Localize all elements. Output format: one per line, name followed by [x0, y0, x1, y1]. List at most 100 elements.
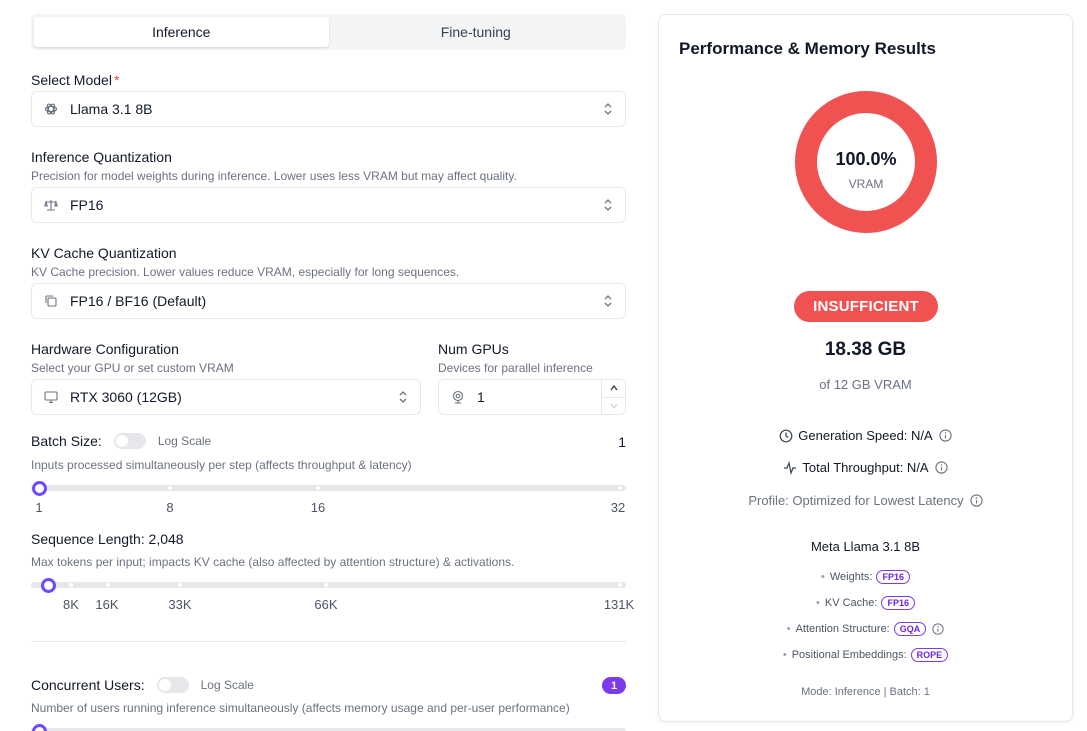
bullet: •	[821, 571, 825, 583]
attention-tag: GQA	[893, 622, 927, 636]
slider-track	[31, 582, 626, 588]
sequence-length-slider[interactable]	[31, 578, 626, 593]
profile-row: Profile: Optimized for Lowest Latency	[659, 493, 1072, 508]
num-gpus-label: Num GPUs	[438, 341, 509, 357]
slider-dot	[618, 583, 622, 587]
tick-label: 32	[610, 500, 626, 515]
kv-cache-row: • KV Cache: FP16	[659, 596, 1072, 610]
required-mark: *	[113, 72, 120, 88]
tab-inference[interactable]: Inference	[34, 17, 329, 47]
concurrent-log-scale-toggle[interactable]	[156, 677, 189, 693]
kv-quant-value: FP16 / BF16 (Default)	[70, 293, 207, 309]
tick-label: 8K	[63, 597, 79, 612]
model-name: Meta Llama 3.1 8B	[810, 539, 921, 554]
kv-quant-help: KV Cache precision. Lower values reduce …	[31, 265, 460, 279]
kv-cache-label: KV Cache:	[824, 597, 878, 609]
memory-usage: 18.38 GB	[824, 339, 907, 360]
sequence-length-ticks: 8K 16K 33K 66K 131K	[31, 597, 636, 613]
positional-label: Positional Embeddings:	[791, 649, 907, 661]
tick-label: 131K	[603, 597, 635, 612]
scale-icon	[44, 198, 58, 212]
batch-size-label: Batch Size:	[31, 433, 102, 449]
memory-capacity: of 12 GB VRAM	[819, 377, 912, 392]
monitor-icon	[44, 390, 58, 404]
slider-dot	[316, 486, 320, 490]
openai-logo-icon	[44, 102, 58, 116]
concurrent-users-slider-thumb[interactable]	[32, 724, 47, 731]
tab-fine-tuning[interactable]: Fine-tuning	[329, 17, 624, 47]
hardware-label: Hardware Configuration	[31, 341, 179, 357]
info-icon[interactable]	[932, 623, 944, 635]
slider-dot	[324, 583, 328, 587]
batch-log-scale-label: Log Scale	[157, 434, 212, 448]
bullet: •	[816, 597, 820, 609]
generation-speed: Generation Speed: N/A	[798, 428, 933, 443]
vram-label: VRAM	[848, 177, 884, 191]
activity-icon	[783, 460, 797, 475]
positional-row: • Positional Embeddings: ROPE	[659, 648, 1072, 662]
tick-label: 33K	[168, 597, 192, 612]
num-gpus-value: 1	[477, 389, 485, 405]
slider-track	[31, 485, 626, 491]
positional-tag: ROPE	[910, 648, 949, 662]
batch-log-scale-toggle[interactable]	[113, 433, 146, 449]
sequence-length-help: Max tokens per input; impacts KV cache (…	[31, 555, 515, 569]
slider-dot	[178, 583, 182, 587]
weights-row: • Weights: FP16	[659, 570, 1072, 584]
hardware-select[interactable]: RTX 3060 (12GB)	[31, 379, 421, 415]
copy-icon	[44, 294, 58, 308]
kv-cache-tag: FP16	[881, 596, 915, 610]
weights-tag: FP16	[876, 570, 910, 584]
total-throughput-row: Total Throughput: N/A	[659, 460, 1072, 475]
batch-size-slider-thumb[interactable]	[32, 481, 47, 496]
concurrent-users-row: Concurrent Users: Log Scale	[31, 677, 254, 693]
mode-summary: Mode: Inference | Batch: 1	[801, 686, 930, 698]
chevrons-up-down-icon	[603, 198, 613, 212]
batch-size-slider[interactable]	[31, 481, 626, 496]
bullet: •	[786, 623, 791, 635]
tick-label: 66K	[314, 597, 338, 612]
select-model-label: Select Model *	[31, 72, 119, 88]
results-title: Performance & Memory Results	[679, 39, 936, 58]
inference-quant-label: Inference Quantization	[31, 149, 172, 165]
total-throughput: Total Throughput: N/A	[802, 460, 929, 475]
status-badge: INSUFFICIENT	[794, 291, 938, 322]
info-icon[interactable]	[934, 461, 948, 474]
concurrent-users-value: 1	[602, 677, 626, 694]
inference-quant-value: FP16	[70, 197, 104, 213]
slider-dot	[168, 486, 172, 490]
bullet: •	[782, 649, 787, 661]
chevrons-up-down-icon	[603, 294, 613, 308]
results-panel: Performance & Memory Results 100.0% VRAM…	[658, 14, 1073, 722]
concurrent-log-scale-label: Log Scale	[200, 678, 254, 692]
slider-dot	[106, 583, 110, 587]
inference-quant-select[interactable]: FP16	[31, 187, 626, 223]
weights-label: Weights:	[829, 571, 873, 583]
slider-dot	[618, 486, 622, 490]
attention-row: • Attention Structure: GQA	[659, 622, 1072, 636]
batch-size-help: Inputs processed simultaneously per step…	[31, 458, 412, 472]
kv-quant-label: KV Cache Quantization	[31, 245, 177, 261]
clock-icon	[779, 429, 793, 443]
webcam-icon	[451, 390, 465, 404]
inference-quant-help: Precision for model weights during infer…	[31, 169, 517, 183]
info-icon[interactable]	[970, 494, 983, 507]
model-select[interactable]: Llama 3.1 8B	[31, 91, 626, 127]
kv-quant-select[interactable]: FP16 / BF16 (Default)	[31, 283, 626, 319]
slider-dot	[69, 583, 73, 587]
tick-label: 16	[310, 500, 326, 515]
increment-button[interactable]	[602, 380, 625, 397]
num-gpus-help: Devices for parallel inference	[438, 361, 593, 375]
decrement-button[interactable]	[602, 396, 625, 415]
mode-tabs: Inference Fine-tuning	[31, 14, 626, 50]
hardware-value: RTX 3060 (12GB)	[70, 389, 182, 405]
num-gpus-input[interactable]: 1	[438, 379, 626, 415]
sequence-length-slider-thumb[interactable]	[40, 578, 56, 593]
concurrent-users-slider[interactable]	[31, 724, 626, 731]
concurrent-users-help: Number of users running inference simult…	[31, 701, 570, 715]
attention-label: Attention Structure:	[795, 623, 890, 635]
batch-size-ticks: 1 8 16 32	[31, 500, 636, 516]
tick-label: 1	[35, 500, 43, 515]
batch-size-row: Batch Size: Log Scale	[31, 433, 211, 449]
info-icon[interactable]	[939, 429, 952, 442]
